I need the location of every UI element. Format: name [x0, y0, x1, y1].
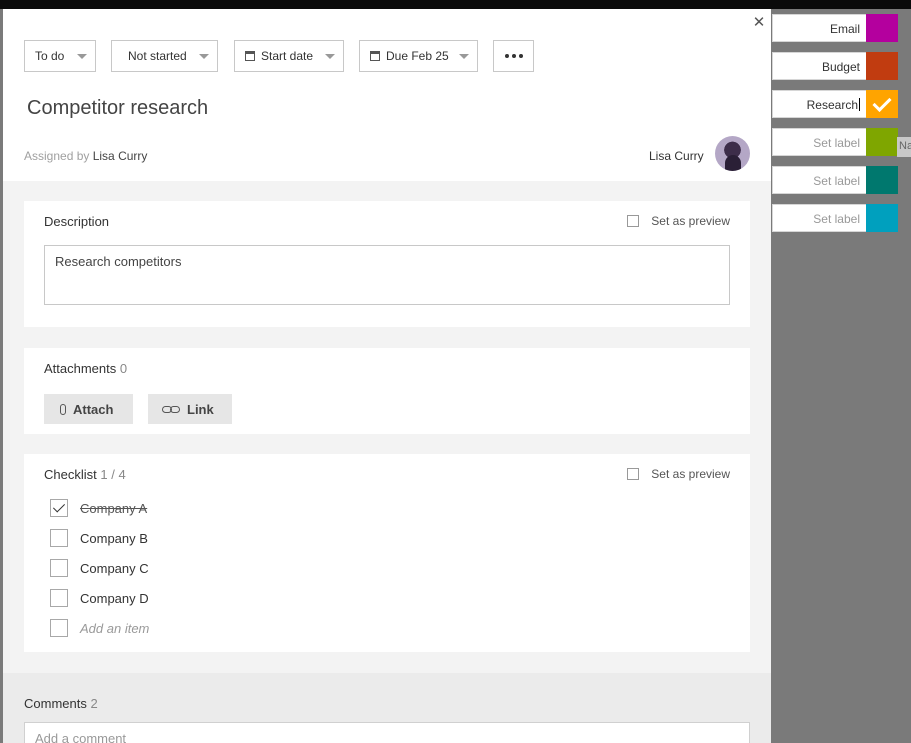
- label-email[interactable]: Email: [772, 14, 898, 42]
- attachments-card: Attachments 0 Attach Link: [24, 348, 750, 434]
- checklist-checkbox[interactable]: [50, 499, 68, 517]
- attach-label: Attach: [73, 401, 114, 417]
- comment-input[interactable]: Add a comment: [24, 722, 750, 743]
- close-icon[interactable]: ✕: [751, 15, 767, 31]
- chevron-down-icon: [77, 54, 87, 59]
- comments-heading: Comments 2: [24, 696, 98, 711]
- task-header: ✕ To do Not started Start date Due Feb 2…: [3, 9, 771, 181]
- description-preview-toggle[interactable]: Set as preview: [627, 214, 730, 228]
- text-cursor: [859, 98, 860, 111]
- task-details-panel: ✕ To do Not started Start date Due Feb 2…: [3, 9, 771, 743]
- label-color-swatch[interactable]: [866, 52, 898, 80]
- label-name-field[interactable]: Email: [772, 14, 866, 42]
- add-item-input[interactable]: Add an item: [80, 621, 149, 636]
- checklist-checkbox[interactable]: [50, 529, 68, 547]
- label-empty-5[interactable]: Set label: [772, 166, 898, 194]
- description-heading: Description: [44, 214, 110, 229]
- comments-count: 2: [90, 696, 98, 711]
- checklist-card: Checklist 1 / 4 Set as preview Company A…: [24, 454, 750, 652]
- assigned-by-prefix: Assigned by: [24, 149, 90, 163]
- preview-checkbox[interactable]: [627, 468, 640, 480]
- attach-button[interactable]: Attach: [44, 394, 133, 424]
- due-date-value: Due Feb 25: [386, 49, 449, 63]
- preview-label: Set as preview: [651, 214, 730, 228]
- assigned-by: Assigned by Lisa Curry: [24, 149, 147, 163]
- bucket-value: To do: [35, 49, 65, 63]
- checklist-item-text[interactable]: Company A: [80, 501, 147, 516]
- checklist-progress: 1 / 4: [100, 467, 126, 482]
- checkmark-icon[interactable]: [866, 90, 898, 118]
- calendar-icon: [370, 51, 380, 61]
- due-date-dropdown[interactable]: Due Feb 25: [359, 40, 478, 72]
- checklist-item-text[interactable]: Company C: [80, 561, 149, 576]
- chevron-down-icon: [199, 54, 209, 59]
- link-button[interactable]: Link: [148, 394, 232, 424]
- start-date-value: Start date: [261, 49, 314, 63]
- checklist-preview-toggle[interactable]: Set as preview: [627, 467, 730, 481]
- label-name-field[interactable]: Budget: [772, 52, 866, 80]
- chevron-down-icon: [459, 54, 469, 59]
- paperclip-icon: [60, 403, 66, 415]
- label-color-swatch[interactable]: [866, 204, 898, 232]
- comments-section: Comments 2 Add a comment: [3, 673, 771, 743]
- label-empty-6[interactable]: Set label: [772, 204, 898, 232]
- label-empty-4[interactable]: Set label: [772, 128, 898, 156]
- label-budget[interactable]: Budget: [772, 52, 898, 80]
- assigned-by-name: Lisa Curry: [92, 149, 148, 163]
- checklist-heading: Checklist 1 / 4: [44, 467, 126, 482]
- label-name-field[interactable]: Set label: [772, 166, 866, 194]
- checklist-item: Company B: [50, 529, 148, 547]
- chevron-down-icon: [325, 54, 335, 59]
- checklist-add-row: Add an item: [50, 619, 149, 637]
- attachments-count: 0: [119, 361, 128, 376]
- start-date-dropdown[interactable]: Start date: [234, 40, 344, 72]
- task-title[interactable]: Competitor research: [27, 97, 208, 120]
- attachments-heading: Attachments 0: [44, 361, 128, 376]
- checklist-checkbox[interactable]: [50, 589, 68, 607]
- tooltip: Na: [897, 137, 911, 157]
- ellipsis-icon: [504, 54, 509, 58]
- calendar-icon: [245, 51, 255, 61]
- checklist-item: Company C: [50, 559, 149, 577]
- description-field[interactable]: Research competitors: [44, 245, 730, 305]
- preview-checkbox[interactable]: [627, 215, 640, 227]
- top-bar: [0, 0, 911, 9]
- label-name-field[interactable]: Set label: [772, 204, 866, 232]
- checklist-item: Company A: [50, 499, 147, 517]
- label-color-swatch[interactable]: [866, 14, 898, 42]
- checklist-checkbox: [50, 619, 68, 637]
- link-icon: [162, 405, 180, 413]
- progress-value: Not started: [128, 49, 187, 63]
- description-card: Description Set as preview Research comp…: [24, 201, 750, 327]
- link-label: Link: [187, 401, 214, 417]
- checklist-checkbox[interactable]: [50, 559, 68, 577]
- checklist-item-text[interactable]: Company B: [80, 531, 148, 546]
- label-color-swatch[interactable]: [866, 128, 898, 156]
- progress-dropdown[interactable]: Not started: [111, 40, 218, 72]
- checklist-item: Company D: [50, 589, 149, 607]
- more-options-button[interactable]: [493, 40, 534, 72]
- label-name-field[interactable]: Research: [772, 90, 866, 118]
- bucket-dropdown[interactable]: To do: [24, 40, 96, 72]
- assignee-name[interactable]: Lisa Curry: [649, 149, 704, 163]
- label-name-field[interactable]: Set label: [772, 128, 866, 156]
- avatar[interactable]: [715, 136, 750, 171]
- checklist-item-text[interactable]: Company D: [80, 591, 149, 606]
- label-color-swatch[interactable]: [866, 166, 898, 194]
- preview-label: Set as preview: [651, 467, 730, 481]
- label-research[interactable]: Research: [772, 90, 898, 118]
